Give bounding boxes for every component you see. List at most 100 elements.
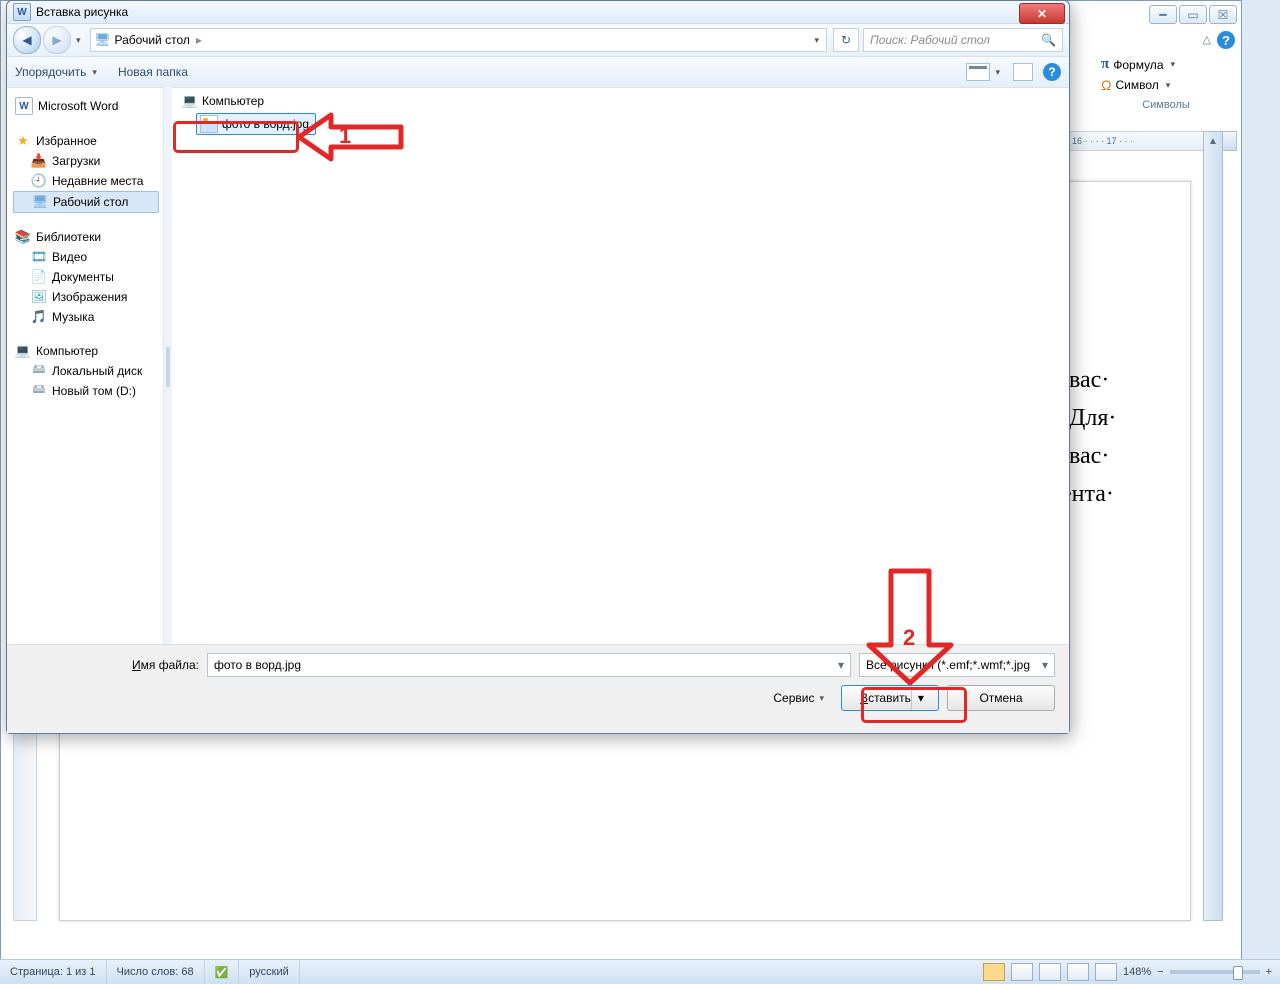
ribbon-symbol-button[interactable]: Ω Символ ▾ (1101, 75, 1231, 95)
chevron-down-icon: ▾ (1163, 80, 1174, 91)
desktop-icon: 🖥 (95, 32, 111, 48)
recent-icon: 🕘 (31, 173, 47, 189)
ribbon-formula-label: Формула (1113, 58, 1163, 72)
navpane-word[interactable]: WMicrosoft Word (13, 95, 163, 117)
view-print-layout-button[interactable] (983, 963, 1005, 981)
image-file-icon (200, 115, 218, 133)
view-web-button[interactable] (1039, 963, 1061, 981)
organize-button[interactable]: Упорядочить▾ (15, 65, 100, 79)
computer-icon: 💻 (15, 343, 31, 359)
ribbon-group-label: Символы (1101, 99, 1231, 111)
dialog-help-button[interactable]: ? (1043, 63, 1061, 81)
filename-dropdown-icon[interactable]: ▾ (832, 658, 850, 672)
computer-icon: 💻 (182, 93, 198, 109)
desktop-icon: 🖥 (32, 194, 48, 210)
vertical-scrollbar[interactable]: ▲ (1203, 131, 1223, 921)
dialog-toolbar: Упорядочить▾ Новая папка ▾ ? (7, 57, 1069, 88)
refresh-button[interactable]: ↻ (833, 28, 859, 52)
view-fullscreen-button[interactable] (1011, 963, 1033, 981)
new-folder-button[interactable]: Новая папка (118, 65, 188, 79)
view-outline-button[interactable] (1067, 963, 1089, 981)
navpane-desktop[interactable]: 🖥Рабочий стол (13, 191, 159, 213)
pictures-icon: 🖼 (31, 289, 47, 305)
navpane-computer[interactable]: 💻Компьютер (13, 341, 163, 361)
navpane-documents[interactable]: 📄Документы (13, 267, 163, 287)
navpane-volume-d[interactable]: 🖴Новый том (D:) (13, 381, 163, 401)
nav-forward-button[interactable]: ▶ (43, 26, 71, 54)
navpane-libraries[interactable]: 📚Библиотеки (13, 227, 163, 247)
navpane-local-disk[interactable]: 🖴Локальный диск (13, 361, 163, 381)
dialog-close-button[interactable]: ✕ (1019, 3, 1065, 24)
search-icon: 🔍 (1041, 33, 1056, 47)
status-word-count[interactable]: Число слов: 68 (107, 960, 205, 984)
zoom-out-button[interactable]: − (1157, 966, 1163, 978)
navpane-music[interactable]: 🎵Музыка (13, 307, 163, 327)
navpane-favorites[interactable]: ★Избранное (13, 131, 163, 151)
nav-history-dropdown[interactable]: ▾ (73, 35, 84, 46)
file-item-selected[interactable]: фото в ворд.jpg (196, 113, 316, 135)
chevron-down-icon: ▾ (816, 693, 827, 704)
search-placeholder: Поиск: Рабочий стол (870, 33, 990, 47)
chevron-down-icon: ▾ (992, 67, 1003, 78)
documents-icon: 📄 (31, 269, 47, 285)
word-caption-buttons: ━ ▭ ☒ (1149, 5, 1237, 24)
preview-pane-button[interactable] (1013, 63, 1033, 81)
insert-split-dropdown[interactable]: ▾ (911, 686, 930, 710)
navpane-pictures[interactable]: 🖼Изображения (13, 287, 163, 307)
file-type-filter[interactable]: Все рисунки (*.emf;*.wmf;*.jpg ▾ (859, 653, 1055, 677)
chevron-down-icon: ▾ (1042, 658, 1048, 672)
chevron-down-icon: ▾ (1168, 59, 1179, 70)
navpane-video[interactable]: 🎞Видео (13, 247, 163, 267)
breadcrumb-sep-icon: ▸ (190, 33, 208, 47)
tools-menu[interactable]: Сервис▾ (773, 691, 827, 705)
ribbon-symbols-group: π Формула ▾ Ω Символ ▾ Символы (1095, 26, 1235, 127)
navpane-recent[interactable]: 🕘Недавние места (13, 171, 163, 191)
dialog-footer: Имя файла: ▾ Все рисунки (*.emf;*.wmf;*.… (7, 644, 1069, 733)
search-input[interactable]: Поиск: Рабочий стол 🔍 (863, 28, 1063, 52)
dialog-title: Вставка рисунка (36, 5, 128, 19)
status-page[interactable]: Страница: 1 из 1 (0, 960, 107, 984)
address-breadcrumb[interactable]: 🖥 Рабочий стол ▸ ▾ (90, 28, 827, 52)
navigation-pane: WMicrosoft Word ★Избранное 📥Загрузки 🕘Не… (7, 87, 164, 661)
view-mode-button[interactable]: ▾ (966, 63, 1003, 81)
folder-icon: 📥 (31, 153, 47, 169)
cancel-button[interactable]: Отмена (947, 685, 1055, 711)
omega-icon: Ω (1101, 77, 1111, 93)
breadcrumb-location: Рабочий стол (115, 33, 190, 47)
navpane-splitter[interactable] (164, 87, 172, 661)
status-language[interactable]: русский (239, 960, 299, 984)
filter-text: Все рисунки (*.emf;*.wmf;*.jpg (866, 658, 1030, 672)
word-minimize-button[interactable]: ━ (1149, 5, 1177, 24)
chevron-down-icon[interactable]: ▾ (811, 35, 822, 46)
status-zoom-value[interactable]: 148% (1123, 966, 1151, 978)
music-icon: 🎵 (31, 309, 47, 325)
view-mode-icon (966, 63, 990, 81)
insert-picture-dialog: W Вставка рисунка ✕ ◀ ▶ ▾ 🖥 Рабочий стол… (6, 0, 1070, 734)
word-close-button[interactable]: ☒ (1209, 5, 1237, 24)
chevron-down-icon: ▾ (89, 67, 100, 78)
drive-icon: 🖴 (31, 363, 47, 379)
ribbon-symbol-label: Символ (1115, 78, 1158, 92)
insert-button[interactable]: Вставить ▾ (841, 685, 939, 711)
video-icon: 🎞 (31, 249, 47, 265)
view-draft-button[interactable] (1095, 963, 1117, 981)
ribbon-formula-button[interactable]: π Формула ▾ (1101, 54, 1231, 75)
filename-combobox[interactable]: ▾ (207, 653, 851, 677)
file-parent-node[interactable]: 💻 Компьютер (182, 93, 1059, 109)
filename-label: Имя файла: (21, 658, 199, 672)
nav-back-button[interactable]: ◀ (13, 26, 41, 54)
word-restore-button[interactable]: ▭ (1179, 5, 1207, 24)
navpane-downloads[interactable]: 📥Загрузки (13, 151, 163, 171)
zoom-slider[interactable] (1170, 970, 1260, 974)
dialog-nav-row: ◀ ▶ ▾ 🖥 Рабочий стол ▸ ▾ ↻ Поиск: Рабочи… (7, 24, 1069, 57)
dialog-titlebar[interactable]: W Вставка рисунка ✕ (7, 1, 1069, 24)
horizontal-ruler[interactable]: 16 · · · · 17 · · · (1067, 131, 1211, 151)
word-icon: W (15, 97, 33, 115)
status-proofing[interactable]: ✅ (205, 960, 240, 984)
status-bar: Страница: 1 из 1 Число слов: 68 ✅ русски… (0, 959, 1280, 984)
pi-icon: π (1101, 56, 1109, 73)
filename-input[interactable] (208, 658, 832, 672)
file-list-pane[interactable]: 💻 Компьютер фото в ворд.jpg (172, 87, 1069, 661)
zoom-in-button[interactable]: + (1266, 966, 1272, 978)
scroll-up-icon[interactable]: ▲ (1204, 132, 1222, 150)
